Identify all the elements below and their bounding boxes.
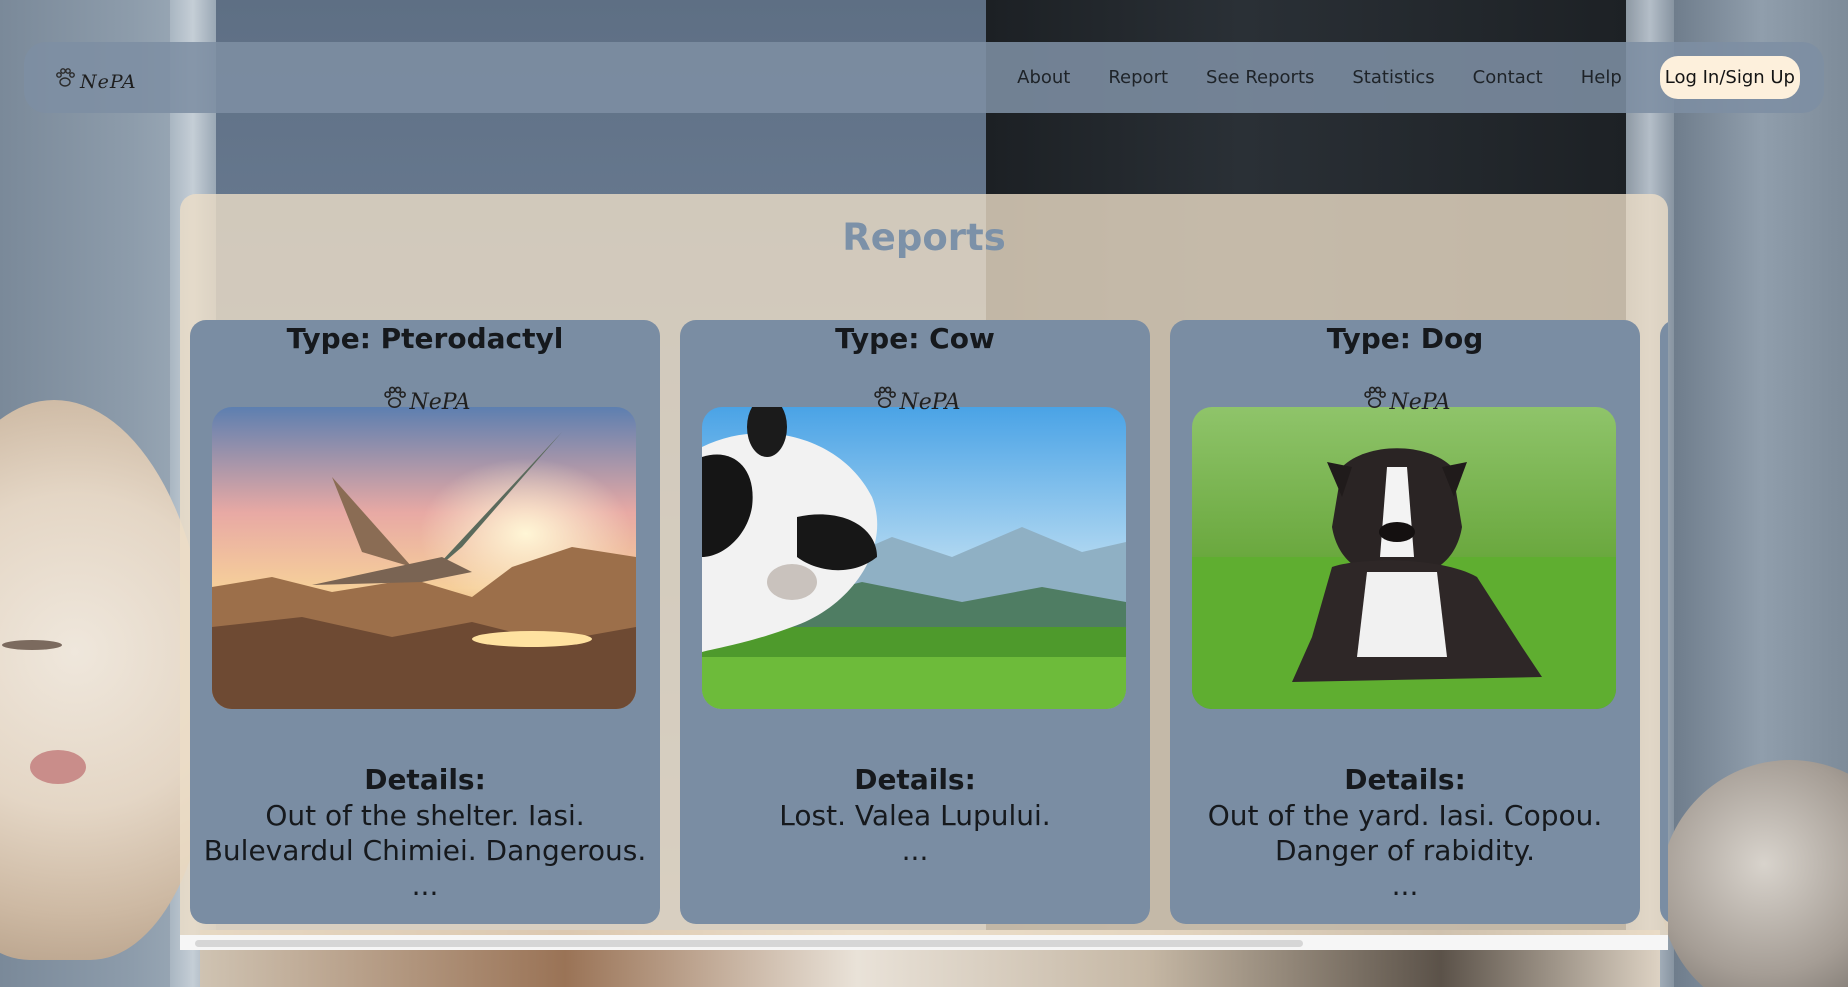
- cow-image: [702, 407, 1126, 709]
- details-label: Details:: [1344, 763, 1466, 796]
- details-body: Out of the yard. Iasi. Copou. Danger of …: [1207, 799, 1603, 867]
- report-cards: Type: Pterodactyl NePA Details: Out of t…: [190, 320, 1668, 924]
- details-text: Out of the shelter. Iasi. Bulevardul Chi…: [190, 798, 660, 903]
- card-type: Type: Pterodactyl: [286, 322, 564, 355]
- report-card[interactable]: Type: Dog NePA Details: Out of the yard.…: [1170, 320, 1640, 924]
- nav-links: About Report See Reports Statistics Cont…: [979, 56, 1800, 99]
- paw-icon: [1364, 386, 1386, 408]
- card-watermark-logo: NePA: [870, 380, 961, 415]
- paw-icon: [52, 65, 78, 91]
- nav-report[interactable]: Report: [1108, 67, 1168, 88]
- reports-panel[interactable]: Reports Type: Pterodactyl NePA Details: …: [180, 194, 1668, 950]
- nav-about[interactable]: About: [1017, 67, 1070, 88]
- nav-contact[interactable]: Contact: [1473, 67, 1543, 88]
- navbar: NePA About Report See Reports Statistics…: [24, 42, 1824, 113]
- watermark-text: NePA: [1389, 390, 1451, 415]
- details-more[interactable]: ...: [192, 868, 658, 903]
- site-logo[interactable]: NePA: [52, 63, 137, 93]
- page-title: Reports: [842, 216, 1006, 259]
- login-signup-button[interactable]: Log In/Sign Up: [1659, 56, 1800, 99]
- details-body: Lost. Valea Lupului.: [779, 799, 1051, 832]
- paw-icon: [384, 386, 406, 408]
- nav-help[interactable]: Help: [1581, 67, 1622, 88]
- card-watermark-logo: NePA: [1360, 380, 1451, 415]
- details-more[interactable]: ...: [682, 833, 1148, 868]
- details-more[interactable]: ...: [1172, 868, 1638, 903]
- card-type: Type: Dog: [1326, 322, 1484, 355]
- report-card[interactable]: Type: Pterodactyl NePA Details: Out of t…: [190, 320, 660, 924]
- pterodactyl-image: [212, 407, 636, 709]
- report-card[interactable]: Type: Cow NePA Details: Lost. Valea Lupu…: [680, 320, 1150, 924]
- card-watermark-logo: NePA: [380, 380, 471, 415]
- details-label: Details:: [364, 763, 486, 796]
- watermark-text: NePA: [409, 390, 471, 415]
- watermark-text: NePA: [899, 390, 961, 415]
- details-body: Out of the shelter. Iasi. Bulevardul Chi…: [203, 799, 647, 867]
- paw-icon: [874, 386, 896, 408]
- scrollbar-thumb[interactable]: [195, 940, 1303, 947]
- card-type: Type: Cow: [835, 322, 995, 355]
- nav-see-reports[interactable]: See Reports: [1206, 67, 1314, 88]
- details-text: Lost. Valea Lupului. ...: [680, 798, 1150, 868]
- dog-image: [1192, 407, 1616, 709]
- report-card-partial[interactable]: [1660, 320, 1668, 924]
- horizontal-scrollbar[interactable]: [180, 935, 1668, 950]
- details-label: Details:: [854, 763, 976, 796]
- logo-text: NePA: [80, 70, 137, 93]
- details-text: Out of the yard. Iasi. Copou. Danger of …: [1170, 798, 1640, 903]
- nav-statistics[interactable]: Statistics: [1352, 67, 1434, 88]
